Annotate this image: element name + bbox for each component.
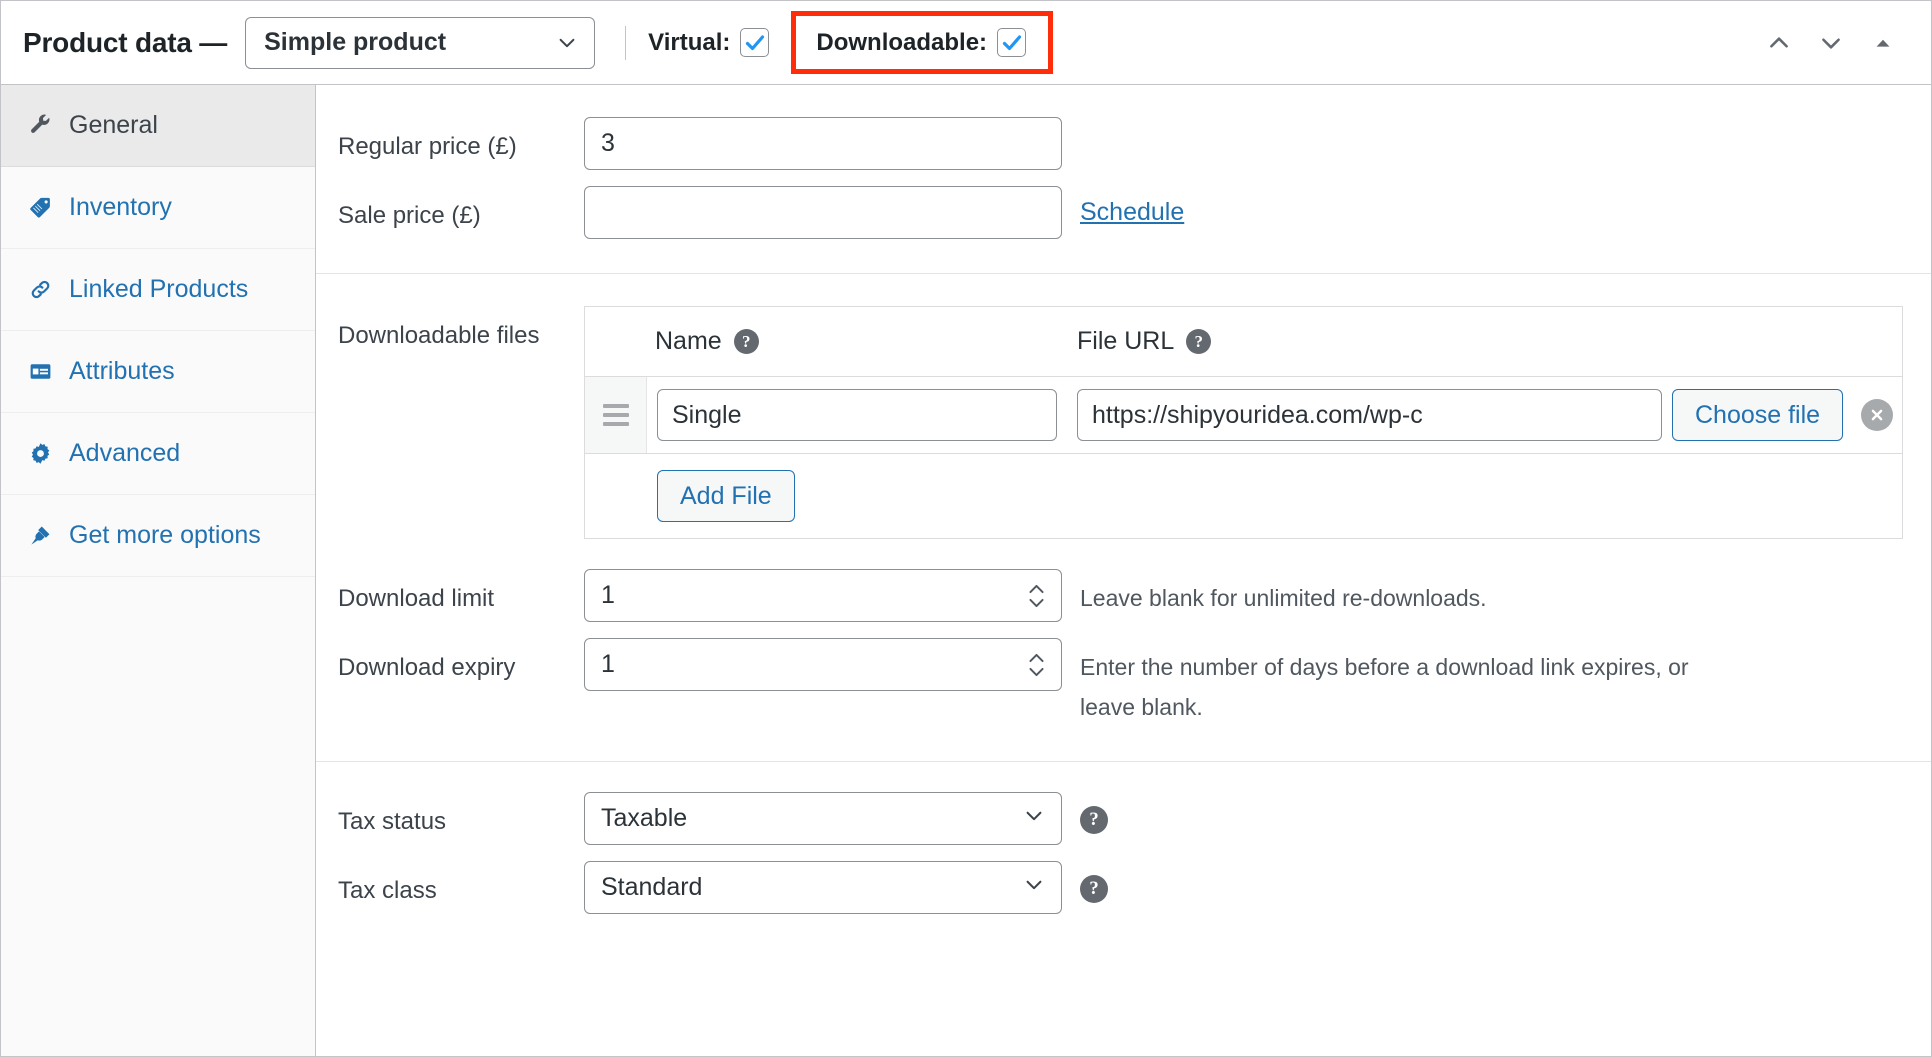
column-header-name: Name ? — [655, 327, 1067, 356]
header-divider — [625, 25, 627, 60]
add-file-button[interactable]: Add File — [657, 470, 795, 522]
move-down-icon[interactable] — [1805, 17, 1857, 69]
sidebar-item-label: Inventory — [69, 193, 172, 221]
downloadable-checkbox[interactable] — [997, 28, 1027, 57]
tax-status-label: Tax status — [338, 808, 447, 836]
stepper-icon[interactable] — [1028, 652, 1045, 677]
help-icon[interactable]: ? — [733, 329, 759, 354]
download-expiry-row: Download expiry 1 Enter the number of da… — [316, 630, 1931, 735]
drag-handle-icon[interactable] — [585, 377, 647, 453]
delete-circle-icon[interactable] — [1861, 399, 1894, 431]
tax-status-value: Taxable — [601, 804, 688, 833]
sidebar-item-general[interactable]: General — [1, 85, 315, 167]
chevron-down-icon — [1023, 804, 1045, 833]
help-icon[interactable]: ? — [1186, 329, 1212, 354]
tax-class-row: Tax class Standard ? — [316, 853, 1931, 922]
tag-icon — [27, 195, 53, 221]
chevron-down-icon — [1023, 873, 1045, 902]
product-type-select[interactable]: Simple product — [245, 16, 596, 69]
column-header-name-label: Name — [655, 327, 722, 355]
choose-file-button[interactable]: Choose file — [1672, 389, 1844, 441]
plug-icon — [27, 523, 53, 549]
product-data-panel: Product data — Simple product Virtual: D… — [0, 0, 1932, 1057]
sidebar-item-linked-products[interactable]: Linked Products — [1, 249, 315, 331]
virtual-checkbox[interactable] — [740, 28, 770, 57]
virtual-field[interactable]: Virtual: — [648, 28, 770, 57]
download-limit-label: Download limit — [338, 585, 495, 612]
schedule-link[interactable]: Schedule — [1080, 186, 1184, 227]
sidebar-item-label: General — [69, 111, 158, 139]
sale-price-label: Sale price (£) — [338, 202, 481, 229]
panel-body: General Inventory Linked Products Attrib… — [1, 85, 1931, 1056]
regular-price-row: Regular price (£) 3 — [316, 109, 1931, 178]
sidebar-item-label: Get more options — [69, 521, 261, 549]
chevron-down-icon — [556, 32, 578, 54]
virtual-label: Virtual: — [648, 28, 731, 56]
regular-price-label: Regular price (£) — [338, 133, 517, 160]
tax-status-row: Tax status Taxable ? — [316, 784, 1931, 853]
download-limit-row: Download limit 1 Leave blank for unlimit… — [316, 547, 1931, 630]
general-tab-panel: Regular price (£) 3 Sale price (£) Sched… — [316, 85, 1931, 1056]
tax-group: Tax status Taxable ? Tax class Standard … — [316, 762, 1931, 944]
downloadable-label: Downloadable: — [816, 28, 988, 56]
sale-price-row: Sale price (£) Schedule — [316, 178, 1931, 247]
collapse-icon[interactable] — [1857, 17, 1909, 69]
wrench-icon — [27, 113, 53, 139]
file-url-input[interactable]: https://shipyouridea.com/wp-c — [1077, 389, 1662, 441]
downloadable-files-table: Name ? File URL ? Single https://shipyou… — [584, 306, 1903, 539]
product-data-tabs: General Inventory Linked Products Attrib… — [1, 85, 316, 1056]
tax-class-label: Tax class — [338, 877, 437, 905]
stepper-icon[interactable] — [1028, 583, 1045, 608]
sidebar-item-inventory[interactable]: Inventory — [1, 167, 315, 249]
download-expiry-input[interactable]: 1 — [584, 638, 1062, 691]
pricing-group: Regular price (£) 3 Sale price (£) Sched… — [316, 85, 1931, 274]
column-header-file-url: File URL ? — [1077, 327, 1672, 356]
downloadable-files-row: Downloadable files Name ? File URL ? Sin… — [316, 298, 1931, 547]
sidebar-item-label: Linked Products — [69, 275, 249, 303]
file-name-input[interactable]: Single — [657, 389, 1057, 441]
product-type-value: Simple product — [264, 28, 447, 56]
gear-icon — [27, 441, 53, 467]
move-up-icon[interactable] — [1753, 17, 1805, 69]
download-limit-input[interactable]: 1 — [584, 569, 1062, 622]
table-row: Single https://shipyouridea.com/wp-c Cho… — [585, 377, 1902, 453]
sidebar-item-label: Advanced — [69, 439, 181, 467]
page-title: Product data — — [23, 26, 228, 58]
download-limit-value: 1 — [601, 581, 615, 609]
sidebar-item-label: Attributes — [69, 357, 175, 385]
downloadable-highlight-box: Downloadable: — [791, 11, 1054, 74]
download-expiry-value: 1 — [601, 650, 615, 678]
tax-class-value: Standard — [601, 873, 703, 902]
downloadable-files-label: Downloadable files — [338, 322, 540, 349]
panel-header: Product data — Simple product Virtual: D… — [1, 1, 1931, 85]
header-actions — [1753, 17, 1909, 69]
downloadable-field[interactable]: Downloadable: — [816, 28, 1027, 57]
table-footer-row: Add File — [585, 453, 1902, 538]
sale-price-input[interactable] — [584, 186, 1062, 239]
regular-price-input[interactable]: 3 — [584, 117, 1062, 170]
link-icon — [27, 277, 53, 303]
download-expiry-label: Download expiry — [338, 654, 516, 681]
download-expiry-hint: Enter the number of days before a downlo… — [1080, 654, 1689, 720]
sidebar-item-get-more-options[interactable]: Get more options — [1, 495, 315, 577]
tax-status-select[interactable]: Taxable — [584, 792, 1062, 846]
downloads-group: Downloadable files Name ? File URL ? Sin… — [316, 274, 1931, 763]
download-limit-hint: Leave blank for unlimited re-downloads. — [1080, 585, 1487, 611]
sidebar-item-advanced[interactable]: Advanced — [1, 413, 315, 495]
column-header-file-url-label: File URL — [1077, 327, 1175, 355]
sidebar-item-attributes[interactable]: Attributes — [1, 331, 315, 413]
table-header-row: Name ? File URL ? — [585, 307, 1902, 377]
help-icon[interactable]: ? — [1080, 806, 1108, 835]
help-icon[interactable]: ? — [1080, 875, 1108, 904]
attributes-icon — [27, 359, 53, 385]
tax-class-select[interactable]: Standard — [584, 861, 1062, 915]
